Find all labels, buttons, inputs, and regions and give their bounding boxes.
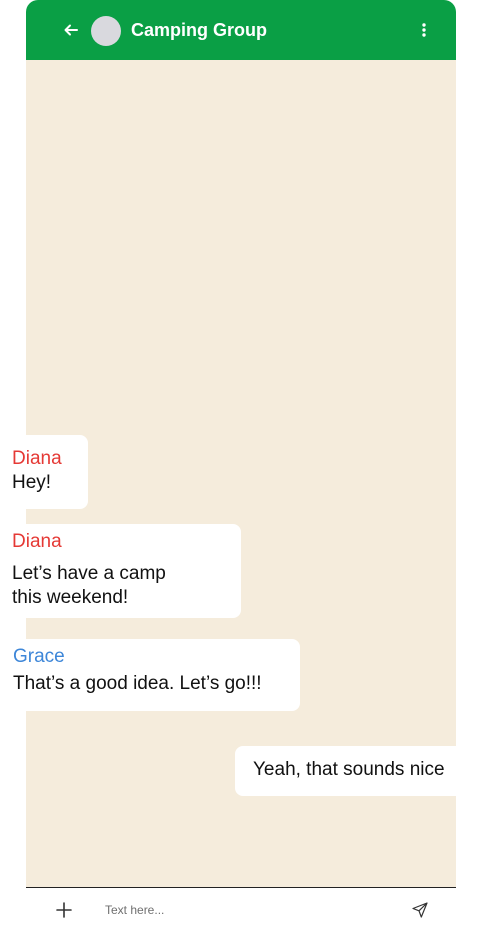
message-bubble[interactable]: Diana Hey! <box>0 435 88 509</box>
more-vertical-icon <box>422 23 426 37</box>
menu-button[interactable] <box>416 19 432 41</box>
chat-screen: Camping Group Diana Hey! Diana Let’s hav… <box>0 0 456 932</box>
chat-title[interactable]: Camping Group <box>131 19 267 41</box>
plus-icon <box>56 902 72 918</box>
message-text: Let’s have a camp this weekend! <box>12 563 166 608</box>
message-list[interactable]: Diana Hey! Diana Let’s have a camp this … <box>0 60 456 887</box>
message-sender: Grace <box>13 646 65 667</box>
add-attachment-button[interactable] <box>54 900 74 920</box>
message-bubble[interactable]: Diana Let’s have a camp this weekend! <box>0 524 241 618</box>
message-input[interactable] <box>101 898 399 922</box>
back-button[interactable] <box>62 20 80 40</box>
group-avatar[interactable] <box>91 16 121 46</box>
chat-header: Camping Group <box>26 0 456 60</box>
message-sender: Diana <box>12 531 62 552</box>
send-button[interactable] <box>410 900 430 920</box>
message-text: Yeah, that sounds nice <box>253 759 445 780</box>
send-icon <box>412 902 428 918</box>
message-bubble[interactable]: Grace That’s a good idea. Let’s go!!! <box>0 639 300 711</box>
message-bubble-outgoing[interactable]: Yeah, that sounds nice <box>235 746 456 796</box>
message-text: That’s a good idea. Let’s go!!! <box>13 673 262 694</box>
arrow-left-icon <box>64 24 78 36</box>
message-composer <box>26 887 456 932</box>
message-sender: Diana <box>12 448 62 469</box>
message-text: Hey! <box>12 472 52 493</box>
